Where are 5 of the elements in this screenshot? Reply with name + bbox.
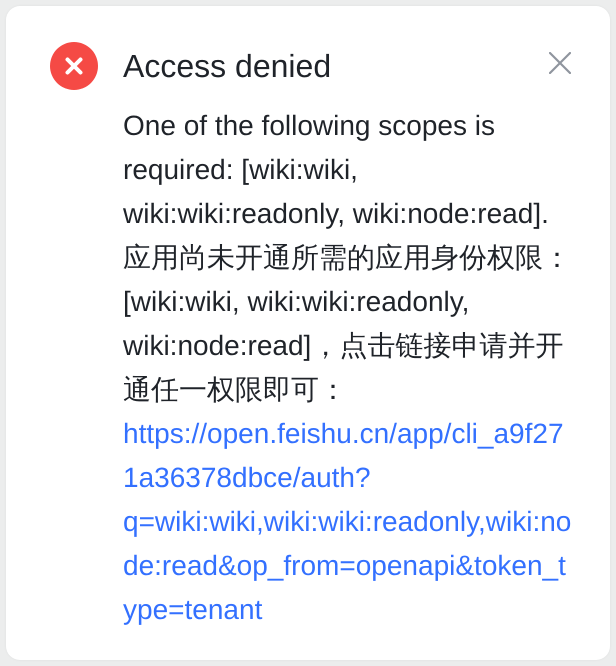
close-icon — [549, 52, 571, 74]
close-button[interactable] — [549, 52, 571, 74]
error-message: One of the following scopes is required: [wiki:wiki, wiki:wiki:readonly, wiki:node:read]. 应用尚未开通所需的应用身份权限：[wiki:wiki, wiki:wiki:readonly, wiki:node:read]，点击链接申请并开通任一权限即可： — [123, 109, 572, 407]
auth-link[interactable]: https://open.feishu.cn/app/cli_a9f271a36378dbce/auth?q=wiki:wiki,wiki:wiki:readonly,wiki:node:read&op_from=openapi&token_type=tenant — [123, 412, 578, 632]
dialog-title: Access denied — [123, 47, 332, 86]
